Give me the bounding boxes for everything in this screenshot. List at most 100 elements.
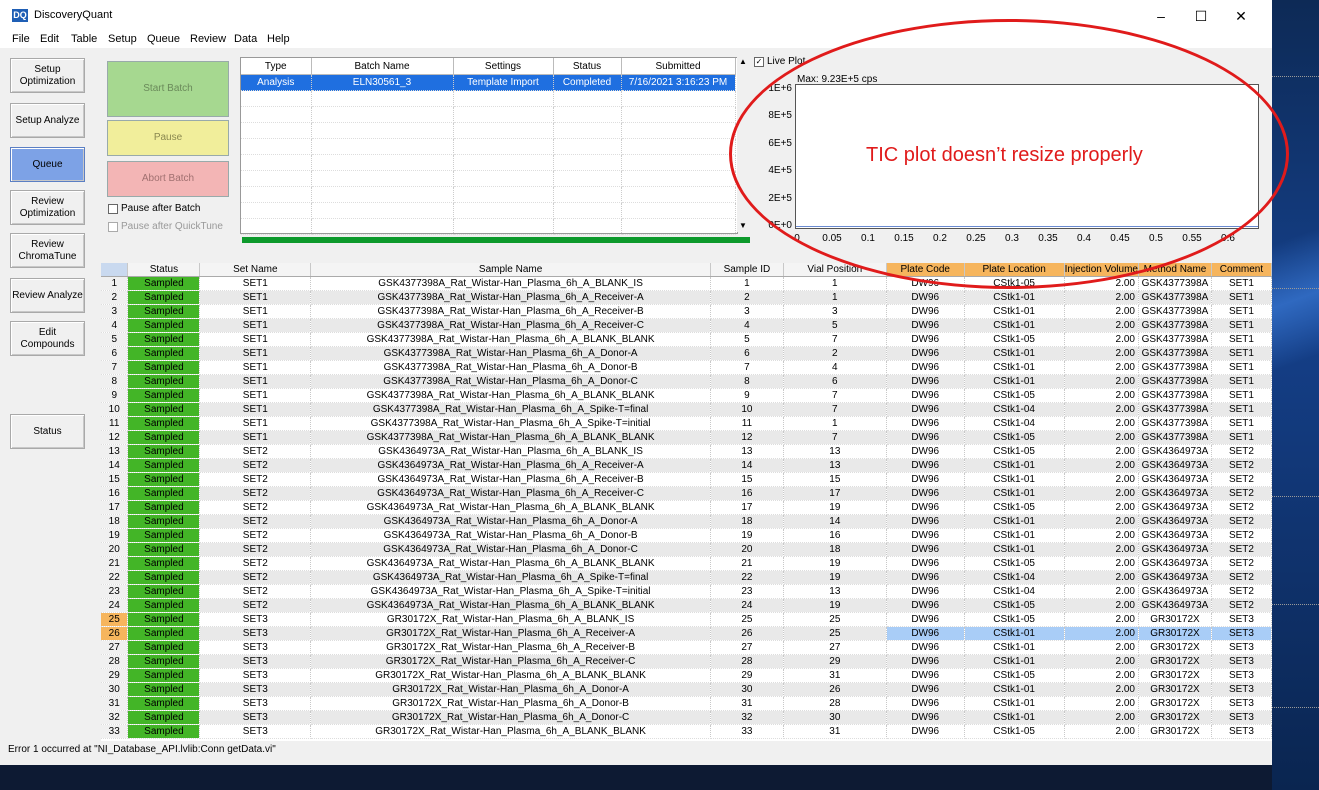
sample-name-cell[interactable]: GSK4377398A_Rat_Wistar-Han_Plasma_6h_A_S…	[310, 416, 711, 431]
plate-location-cell[interactable]: CStk1-01	[964, 346, 1065, 361]
sample-id-cell[interactable]: 16	[710, 486, 784, 501]
nav-review-optimization[interactable]: Review Optimization	[10, 190, 85, 225]
sample-id-cell[interactable]: 18	[710, 514, 784, 529]
row-number[interactable]: 14	[101, 458, 129, 473]
menu-queue[interactable]: Queue	[147, 33, 180, 45]
plate-location-cell[interactable]: CStk1-05	[964, 430, 1065, 445]
method-name-cell[interactable]: GR30172X	[1138, 696, 1212, 711]
sample-id-cell[interactable]: 1	[710, 276, 784, 291]
col-settings[interactable]: Settings	[453, 58, 554, 75]
vial-position-cell[interactable]: 3	[783, 304, 887, 319]
method-name-cell[interactable]: GSK4377398A	[1138, 430, 1212, 445]
plate-location-cell[interactable]: CStk1-01	[964, 360, 1065, 375]
sample-name-cell[interactable]: GSK4377398A_Rat_Wistar-Han_Plasma_6h_A_B…	[310, 430, 711, 445]
comment-cell[interactable]: SET1	[1211, 318, 1272, 333]
comment-cell[interactable]: SET3	[1211, 612, 1272, 627]
injection-volume-cell[interactable]: 2.00	[1064, 318, 1139, 333]
sample-id-cell[interactable]: 5	[710, 332, 784, 347]
table-row[interactable]: 10 Sampled SET1 GSK4377398A_Rat_Wistar-Han_…	[101, 402, 1272, 417]
method-name-cell[interactable]: GSK4377398A	[1138, 304, 1212, 319]
vial-position-cell[interactable]: 14	[783, 514, 887, 529]
injection-volume-cell[interactable]: 2.00	[1064, 542, 1139, 557]
method-name-cell[interactable]: GR30172X	[1138, 710, 1212, 725]
injection-volume-cell[interactable]: 2.00	[1064, 486, 1139, 501]
vial-position-cell[interactable]: 25	[783, 612, 887, 627]
status-cell[interactable]: Sampled	[127, 612, 201, 627]
start-batch-button[interactable]: Start Batch	[107, 61, 229, 117]
nav-queue[interactable]: Queue	[10, 147, 85, 182]
row-number[interactable]: 13	[101, 444, 129, 459]
row-number[interactable]: 12	[101, 430, 129, 445]
set-name-cell[interactable]: SET3	[199, 612, 312, 627]
vial-position-cell[interactable]: 1	[783, 290, 887, 305]
nav-setup-analyze[interactable]: Setup Analyze	[10, 103, 85, 138]
sample-id-cell[interactable]: 12	[710, 430, 784, 445]
menu-review[interactable]: Review	[190, 33, 226, 45]
comment-cell[interactable]: SET2	[1211, 472, 1272, 487]
sample-id-cell[interactable]: 24	[710, 598, 784, 613]
plate-code-cell[interactable]: DW96	[886, 654, 965, 669]
vial-position-cell[interactable]: 7	[783, 332, 887, 347]
set-name-cell[interactable]: SET1	[199, 276, 312, 291]
plate-location-cell[interactable]: CStk1-01	[964, 528, 1065, 543]
comment-cell[interactable]: SET1	[1211, 290, 1272, 305]
plate-code-cell[interactable]: DW96	[886, 668, 965, 683]
method-name-cell[interactable]: GR30172X	[1138, 654, 1212, 669]
vial-position-cell[interactable]: 19	[783, 598, 887, 613]
comment-cell[interactable]: SET2	[1211, 542, 1272, 557]
set-name-cell[interactable]: SET3	[199, 682, 312, 697]
sample-name-cell[interactable]: GSK4377398A_Rat_Wistar-Han_Plasma_6h_A_B…	[310, 388, 711, 403]
injection-volume-cell[interactable]: 2.00	[1064, 388, 1139, 403]
set-name-cell[interactable]: SET1	[199, 388, 312, 403]
plate-location-cell[interactable]: CStk1-01	[964, 542, 1065, 557]
row-number[interactable]: 11	[101, 416, 129, 431]
vial-position-cell[interactable]: 29	[783, 654, 887, 669]
vial-position-cell[interactable]: 13	[783, 444, 887, 459]
vial-position-cell[interactable]: 7	[783, 430, 887, 445]
set-name-cell[interactable]: SET2	[199, 486, 312, 501]
sample-name-cell[interactable]: GSK4377398A_Rat_Wistar-Han_Plasma_6h_A_D…	[310, 360, 711, 375]
vial-position-cell[interactable]: 18	[783, 542, 887, 557]
sample-id-cell[interactable]: 15	[710, 472, 784, 487]
status-cell[interactable]: Sampled	[127, 360, 201, 375]
vial-position-cell[interactable]: 13	[783, 584, 887, 599]
plate-code-cell[interactable]: DW96	[886, 416, 965, 431]
sample-id-cell[interactable]: 27	[710, 640, 784, 655]
table-row[interactable]: 33 Sampled SET3 GR30172X_Rat_Wistar-Han_Pla…	[101, 724, 1272, 739]
row-number[interactable]: 16	[101, 486, 129, 501]
table-row[interactable]: 17 Sampled SET2 GSK4364973A_Rat_Wistar-Han_…	[101, 500, 1272, 515]
plate-location-cell[interactable]: CStk1-04	[964, 416, 1065, 431]
set-name-cell[interactable]: SET3	[199, 710, 312, 725]
set-name-cell[interactable]: SET3	[199, 626, 312, 641]
set-name-cell[interactable]: SET1	[199, 332, 312, 347]
status-cell[interactable]: Sampled	[127, 290, 201, 305]
table-row[interactable]: 29 Sampled SET3 GR30172X_Rat_Wistar-Han_Pla…	[101, 668, 1272, 683]
plate-location-cell[interactable]: CStk1-01	[964, 374, 1065, 389]
method-name-cell[interactable]: GR30172X	[1138, 626, 1212, 641]
sample-id-cell[interactable]: 32	[710, 710, 784, 725]
method-name-cell[interactable]: GSK4377398A	[1138, 318, 1212, 333]
set-name-cell[interactable]: SET3	[199, 668, 312, 683]
plate-code-cell[interactable]: DW96	[886, 458, 965, 473]
injection-volume-cell[interactable]: 2.00	[1064, 626, 1139, 641]
plate-code-cell[interactable]: DW96	[886, 346, 965, 361]
plate-location-cell[interactable]: CStk1-01	[964, 626, 1065, 641]
sample-name-cell[interactable]: GSK4364973A_Rat_Wistar-Han_Plasma_6h_A_R…	[310, 458, 711, 473]
method-name-cell[interactable]: GSK4364973A	[1138, 556, 1212, 571]
table-row[interactable]: 24 Sampled SET2 GSK4364973A_Rat_Wistar-Han_…	[101, 598, 1272, 613]
table-row[interactable]: 23 Sampled SET2 GSK4364973A_Rat_Wistar-Han_…	[101, 584, 1272, 599]
plate-location-cell[interactable]: CStk1-05	[964, 500, 1065, 515]
vial-position-cell[interactable]: 16	[783, 528, 887, 543]
sample-name-cell[interactable]: GSK4364973A_Rat_Wistar-Han_Plasma_6h_A_R…	[310, 486, 711, 501]
row-number[interactable]: 18	[101, 514, 129, 529]
method-name-cell[interactable]: GR30172X	[1138, 682, 1212, 697]
method-name-cell[interactable]: GR30172X	[1138, 724, 1212, 739]
plate-location-cell[interactable]: CStk1-01	[964, 486, 1065, 501]
injection-volume-cell[interactable]: 2.00	[1064, 654, 1139, 669]
plate-code-cell[interactable]: DW96	[886, 444, 965, 459]
status-cell[interactable]: Sampled	[127, 346, 201, 361]
injection-volume-cell[interactable]: 2.00	[1064, 430, 1139, 445]
plate-location-cell[interactable]: CStk1-01	[964, 304, 1065, 319]
method-name-cell[interactable]: GSK4377398A	[1138, 290, 1212, 305]
plate-location-cell[interactable]: CStk1-01	[964, 696, 1065, 711]
